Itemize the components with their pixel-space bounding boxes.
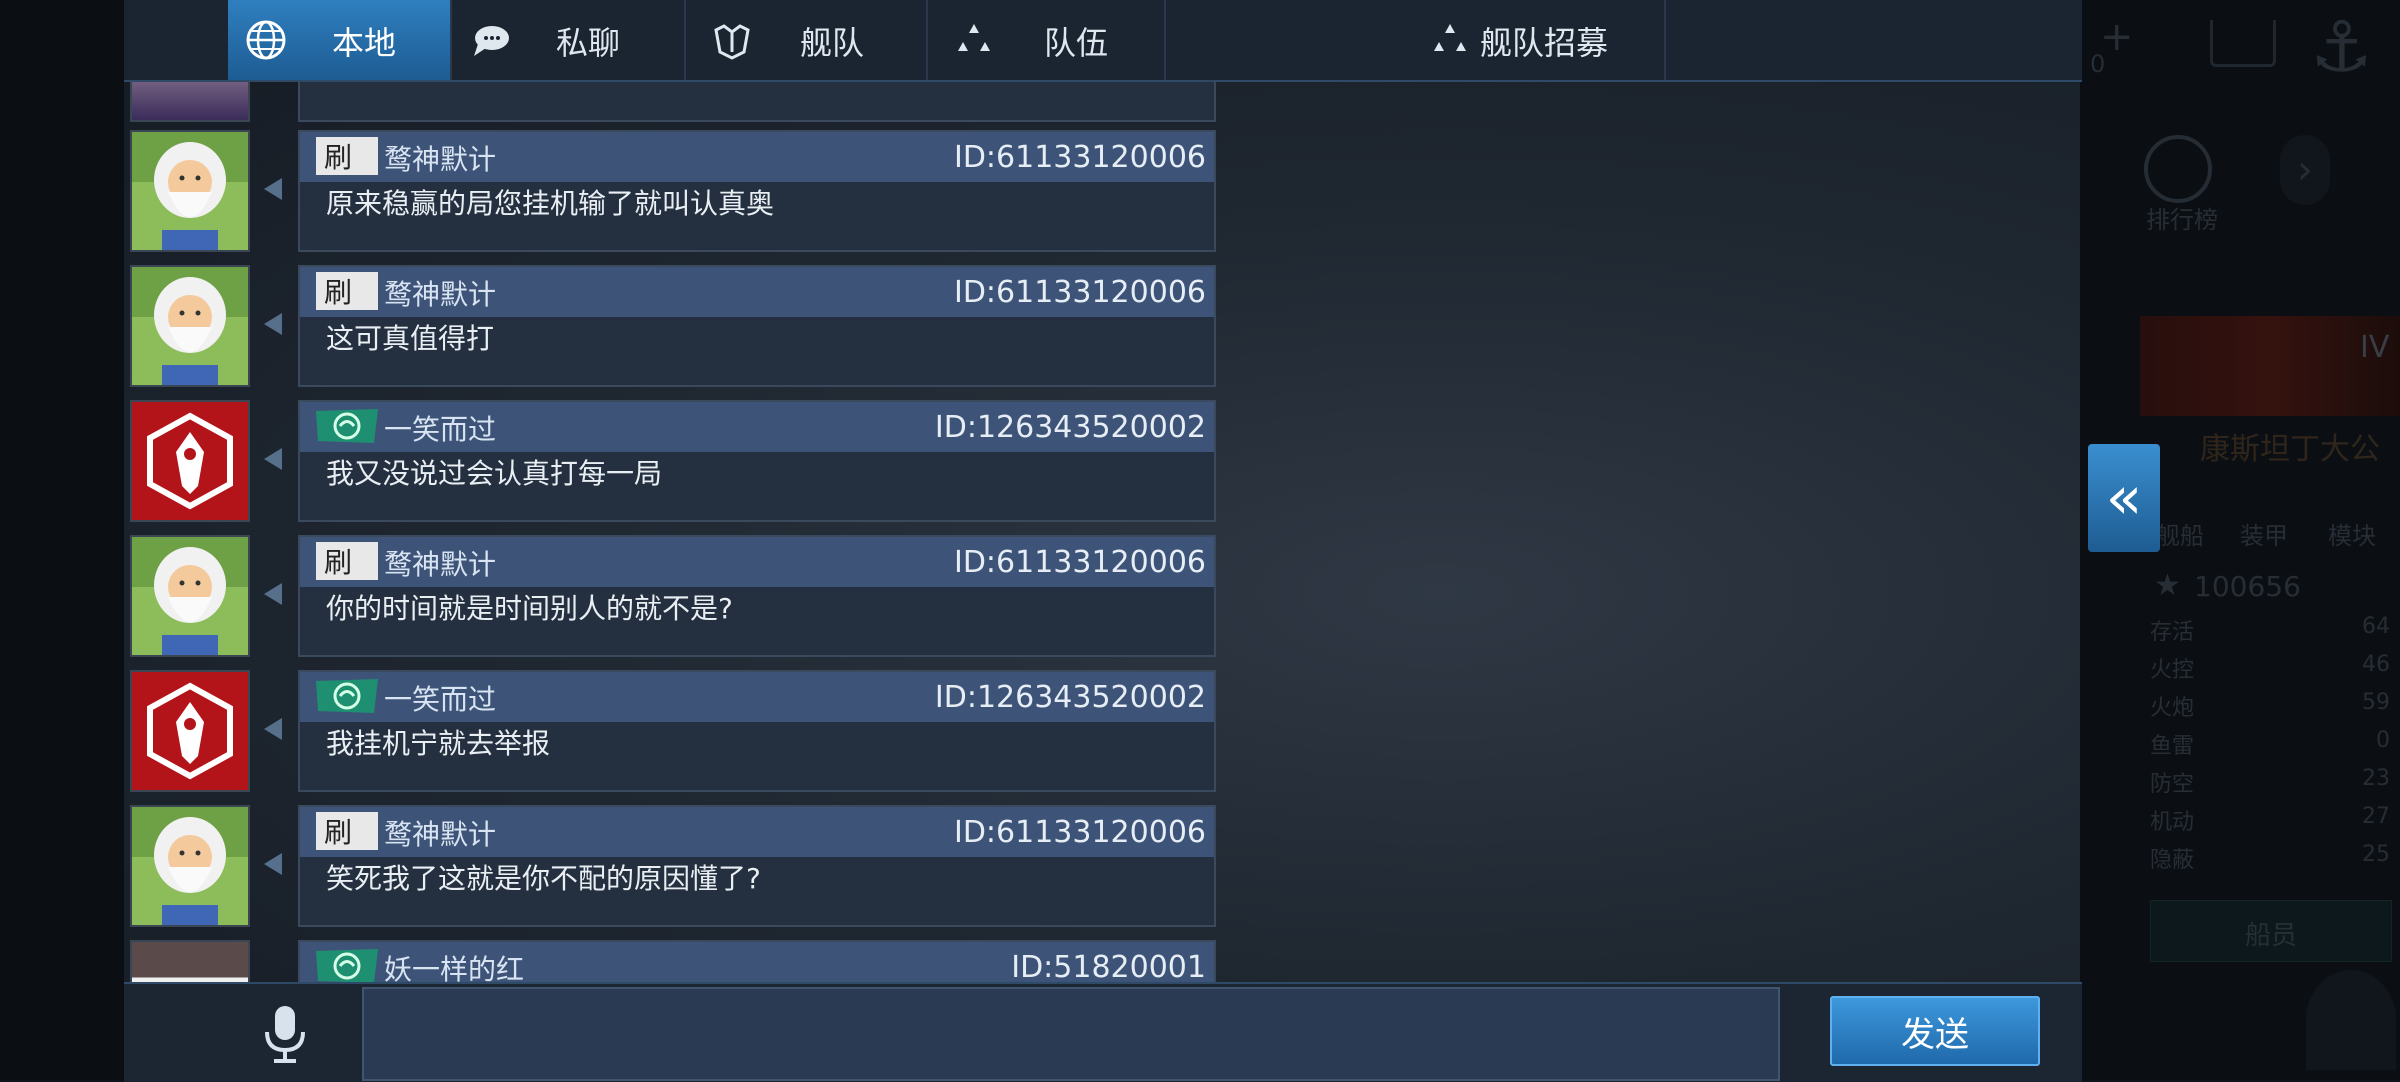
tab-team[interactable]: 队伍 bbox=[928, 0, 1166, 80]
old-sage-avatar[interactable] bbox=[130, 130, 250, 252]
globe-icon bbox=[246, 20, 286, 60]
list-item: 妖一样的红 ID:51820001 bbox=[124, 940, 1217, 982]
calligraphy-badge-icon: 刷 bbox=[316, 542, 378, 580]
message-text: 我挂机宁就去举报 bbox=[326, 727, 551, 760]
list-item: 刷 鹜神默计 ID:61133120006 这可真值得打 bbox=[124, 265, 1217, 391]
tab-fleet-label: 舰队 bbox=[800, 24, 865, 62]
svg-text:刷: 刷 bbox=[324, 546, 352, 579]
sender-name[interactable]: 鹜神默计 bbox=[384, 273, 496, 313]
tab-private-label: 私聊 bbox=[556, 24, 621, 62]
chat-message-input[interactable] bbox=[362, 987, 1780, 1081]
sender-id: ID:126343520002 bbox=[934, 680, 1206, 715]
tab-fleet[interactable]: 舰队 bbox=[686, 0, 928, 80]
old-sage-avatar[interactable] bbox=[130, 265, 250, 387]
tab-local-label: 本地 bbox=[332, 24, 397, 62]
svg-text:刷: 刷 bbox=[324, 816, 352, 849]
svg-text:刷: 刷 bbox=[324, 276, 352, 309]
message-header: 刷 鹜神默计 ID:61133120006 bbox=[300, 132, 1214, 182]
recruit-dots-icon bbox=[1434, 24, 1466, 51]
list-item bbox=[124, 82, 1217, 126]
bubble-pointer bbox=[264, 853, 282, 875]
message-header: 刷 鹜神默计 ID:61133120006 bbox=[300, 267, 1214, 317]
tab-fleet-recruit-label: 舰队招募 bbox=[1480, 24, 1609, 62]
chat-input-bar: 发送 bbox=[124, 982, 2082, 1082]
sender-name[interactable]: 妖一样的红 bbox=[384, 948, 524, 982]
calligraphy-badge-icon: 刷 bbox=[316, 137, 378, 175]
chat-tab-bar: 本地 私聊 舰队 队伍 舰队招募 bbox=[124, 0, 2082, 82]
message-text: 你的时间就是时间别人的就不是? bbox=[326, 592, 733, 625]
bubble-pointer bbox=[264, 448, 282, 470]
bubble-pointer bbox=[264, 718, 282, 740]
list-item: 一笑而过 ID:126343520002 我又没说过会认真打每一局 bbox=[124, 400, 1217, 526]
list-item: 刷 鹜神默计 ID:61133120006 笑死我了这就是你不配的原因懂了? bbox=[124, 805, 1217, 931]
speech-bubble-icon bbox=[474, 26, 509, 56]
sender-id: ID:61133120006 bbox=[953, 275, 1206, 310]
red-emblem-avatar[interactable] bbox=[130, 670, 250, 792]
tab-fleet-recruit[interactable]: 舰队招募 bbox=[1166, 0, 1666, 80]
message-header: 一笑而过 ID:126343520002 bbox=[300, 672, 1214, 722]
message-bubble: 妖一样的红 ID:51820001 bbox=[298, 940, 1216, 982]
bubble-pointer bbox=[264, 313, 282, 335]
calligraphy-badge-icon: 刷 bbox=[316, 272, 378, 310]
svg-text:刷: 刷 bbox=[324, 141, 352, 174]
sender-name[interactable]: 一笑而过 bbox=[384, 408, 496, 448]
green-badge-icon bbox=[316, 679, 378, 713]
red-emblem-image bbox=[147, 412, 233, 510]
old-sage-image bbox=[132, 537, 248, 655]
sender-name[interactable]: 鹜神默计 bbox=[384, 543, 496, 583]
bubble-pointer bbox=[264, 583, 282, 605]
message-header: 妖一样的红 ID:51820001 bbox=[300, 942, 1214, 982]
message-text: 原来稳赢的局您挂机输了就叫认真奥 bbox=[326, 187, 775, 220]
message-header: 刷 鹜神默计 ID:61133120006 bbox=[300, 537, 1214, 587]
send-button[interactable]: 发送 bbox=[1830, 996, 2040, 1066]
team-dots-icon bbox=[958, 24, 990, 51]
message-bubble: 刷 鹜神默计 ID:61133120006 你的时间就是时间别人的就不是? bbox=[298, 535, 1216, 657]
calligraphy-badge-icon: 刷 bbox=[316, 812, 378, 850]
red-emblem-image bbox=[147, 682, 233, 780]
green-badge-icon bbox=[316, 409, 378, 443]
sender-id: ID:61133120006 bbox=[953, 815, 1206, 850]
list-item: 一笑而过 ID:126343520002 我挂机宁就去举报 bbox=[124, 670, 1217, 796]
red-emblem-avatar[interactable] bbox=[130, 400, 250, 522]
old-sage-avatar[interactable] bbox=[130, 805, 250, 927]
message-bubble: 一笑而过 ID:126343520002 我挂机宁就去举报 bbox=[298, 670, 1216, 792]
collapse-chat-button[interactable]: « bbox=[2088, 444, 2160, 552]
tab-private[interactable]: 私聊 bbox=[452, 0, 686, 80]
chat-panel: 本地 私聊 舰队 队伍 舰队招募 刷 鹜神默计 ID:61133120006 原… bbox=[124, 0, 2082, 1082]
bubble-pointer bbox=[264, 178, 282, 200]
sender-id: ID:51820001 bbox=[1011, 950, 1206, 982]
message-list[interactable]: 刷 鹜神默计 ID:61133120006 原来稳赢的局您挂机输了就叫认真奥 刷… bbox=[124, 82, 1217, 982]
sender-name[interactable]: 一笑而过 bbox=[384, 678, 496, 718]
message-text: 笑死我了这就是你不配的原因懂了? bbox=[326, 862, 761, 895]
message-header: 刷 鹜神默计 ID:61133120006 bbox=[300, 807, 1214, 857]
sender-id: ID:61133120006 bbox=[953, 140, 1206, 175]
message-bubble bbox=[298, 82, 1216, 122]
girl-avatar[interactable] bbox=[130, 940, 250, 982]
message-text: 我又没说过会认真打每一局 bbox=[326, 457, 663, 490]
tab-local[interactable]: 本地 bbox=[228, 0, 452, 80]
message-bubble: 刷 鹜神默计 ID:61133120006 原来稳赢的局您挂机输了就叫认真奥 bbox=[298, 130, 1216, 252]
old-sage-avatar[interactable] bbox=[130, 535, 250, 657]
sender-id: ID:61133120006 bbox=[953, 545, 1206, 580]
sender-name[interactable]: 鹜神默计 bbox=[384, 813, 496, 853]
message-text: 这可真值得打 bbox=[326, 322, 495, 355]
old-sage-image bbox=[132, 267, 248, 385]
list-item: 刷 鹜神默计 ID:61133120006 你的时间就是时间别人的就不是? bbox=[124, 535, 1217, 661]
fleet-crest-icon bbox=[714, 24, 750, 60]
sender-id: ID:126343520002 bbox=[934, 410, 1206, 445]
green-badge-icon bbox=[316, 949, 378, 982]
message-header: 一笑而过 ID:126343520002 bbox=[300, 402, 1214, 452]
old-sage-image bbox=[132, 132, 248, 250]
tab-team-label: 队伍 bbox=[1044, 24, 1109, 62]
list-item: 刷 鹜神默计 ID:61133120006 原来稳赢的局您挂机输了就叫认真奥 bbox=[124, 130, 1217, 256]
message-bubble: 一笑而过 ID:126343520002 我又没说过会认真打每一局 bbox=[298, 400, 1216, 522]
old-sage-image bbox=[132, 807, 248, 925]
double-chevron-left-icon: « bbox=[2105, 463, 2143, 533]
message-bubble: 刷 鹜神默计 ID:61133120006 这可真值得打 bbox=[298, 265, 1216, 387]
microphone-icon[interactable] bbox=[260, 1004, 310, 1064]
sender-name[interactable]: 鹜神默计 bbox=[384, 138, 496, 178]
left-black-bar bbox=[0, 0, 124, 1080]
pink-avatar[interactable] bbox=[130, 82, 250, 122]
message-bubble: 刷 鹜神默计 ID:61133120006 笑死我了这就是你不配的原因懂了? bbox=[298, 805, 1216, 927]
